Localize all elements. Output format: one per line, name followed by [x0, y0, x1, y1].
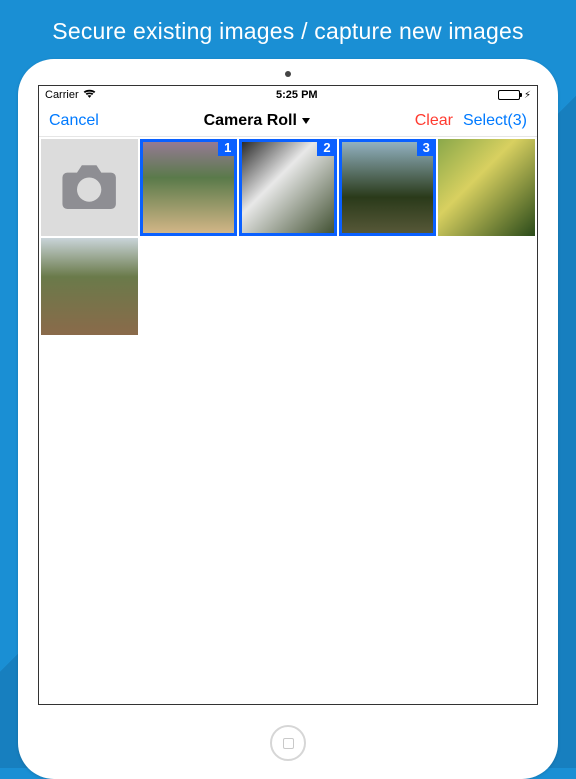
album-title: Camera Roll: [204, 112, 297, 130]
select-button[interactable]: Select(3): [463, 112, 527, 130]
status-bar: Carrier 5:25 PM ⚡︎: [39, 86, 537, 104]
wifi-icon: [83, 89, 96, 102]
battery-icon: [498, 90, 520, 100]
photo-thumbnail: [438, 139, 535, 236]
photo-tile[interactable]: 3: [339, 139, 436, 236]
photo-tile[interactable]: [438, 139, 535, 236]
home-square-icon: [283, 738, 294, 749]
device-frame: Carrier 5:25 PM ⚡︎ Cancel Camera Roll Cl…: [18, 59, 558, 779]
promo-caption: Secure existing images / capture new ima…: [0, 0, 576, 59]
photo-grid: 1 2 3: [39, 137, 537, 337]
camera-icon: [60, 158, 118, 216]
nav-bar: Cancel Camera Roll Clear Select(3): [39, 104, 537, 137]
selection-badge: 2: [317, 139, 336, 156]
capture-new-tile[interactable]: [41, 139, 138, 236]
photo-tile[interactable]: 2: [239, 139, 336, 236]
device-screen: Carrier 5:25 PM ⚡︎ Cancel Camera Roll Cl…: [38, 85, 538, 705]
select-count: (3): [507, 112, 527, 129]
photo-tile[interactable]: [41, 238, 138, 335]
selection-badge: 1: [218, 139, 237, 156]
album-selector[interactable]: Camera Roll: [204, 112, 310, 130]
status-time: 5:25 PM: [276, 89, 318, 101]
home-button[interactable]: [270, 725, 306, 761]
charging-icon: ⚡︎: [524, 90, 531, 101]
clear-button[interactable]: Clear: [415, 112, 453, 130]
cancel-button[interactable]: Cancel: [49, 112, 99, 130]
device-camera-dot: [285, 71, 291, 77]
carrier-label: Carrier: [45, 89, 79, 101]
select-label: Select: [463, 112, 507, 129]
selection-badge: 3: [417, 139, 436, 156]
photo-thumbnail: [41, 238, 138, 335]
photo-tile[interactable]: 1: [140, 139, 237, 236]
chevron-down-icon: [302, 118, 310, 124]
